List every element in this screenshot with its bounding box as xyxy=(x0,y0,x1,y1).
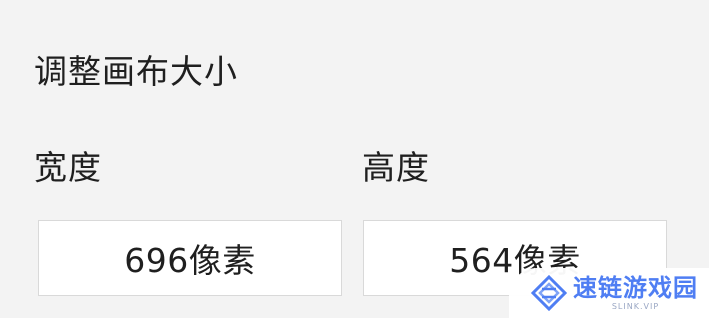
height-label: 高度 xyxy=(362,148,430,187)
width-value: 696像素 xyxy=(124,241,256,280)
diamond-logo-icon xyxy=(531,275,567,311)
section-title: 调整画布大小 xyxy=(34,52,238,91)
watermark: 速链游戏园 SLINK.VIP xyxy=(509,268,709,318)
width-input[interactable]: 696像素 xyxy=(38,220,342,296)
width-label: 宽度 xyxy=(34,148,102,187)
watermark-sub: SLINK.VIP xyxy=(611,301,660,311)
watermark-name: 速链游戏园 xyxy=(573,273,698,302)
